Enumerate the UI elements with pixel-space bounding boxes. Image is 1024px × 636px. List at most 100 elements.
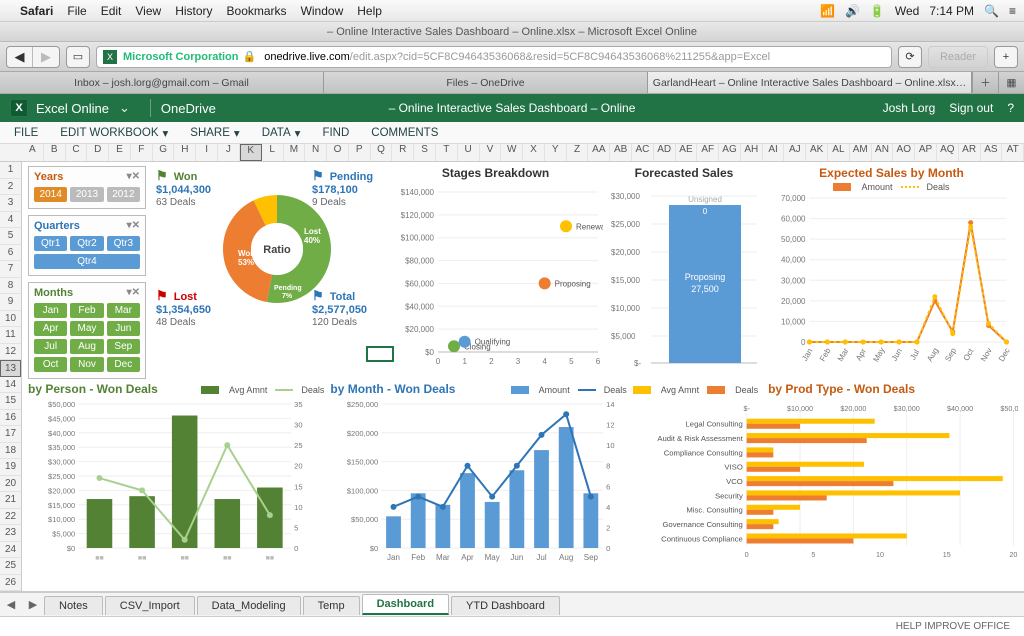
row-11[interactable]: 11 xyxy=(0,327,21,344)
slicer-qtr3[interactable]: Qtr3 xyxy=(107,236,140,251)
row-8[interactable]: 8 xyxy=(0,278,21,295)
menu-history[interactable]: History xyxy=(175,4,212,18)
slicer-months[interactable]: Months▾✕ JanFebMarAprMayJunJulAugSepOctN… xyxy=(28,282,146,379)
sheet-tab-temp[interactable]: Temp xyxy=(303,596,360,615)
col-AL[interactable]: AL xyxy=(828,144,850,161)
col-S[interactable]: S xyxy=(414,144,436,161)
menu-edit[interactable]: Edit xyxy=(101,4,122,18)
row-23[interactable]: 23 xyxy=(0,525,21,542)
notification-icon[interactable]: ≡ xyxy=(1009,4,1016,18)
col-O[interactable]: O xyxy=(327,144,349,161)
sheet-tab-data_modeling[interactable]: Data_Modeling xyxy=(197,596,301,615)
back-button[interactable]: ◀ xyxy=(7,47,33,67)
col-AQ[interactable]: AQ xyxy=(937,144,959,161)
col-AN[interactable]: AN xyxy=(872,144,894,161)
slicer-month-jun[interactable]: Jun xyxy=(107,321,140,336)
excel-logo-icon[interactable]: X xyxy=(10,99,28,117)
reload-button[interactable]: ⟳ xyxy=(898,46,922,68)
row-15[interactable]: 15 xyxy=(0,393,21,410)
col-F[interactable]: F xyxy=(131,144,153,161)
share-button[interactable]: + xyxy=(994,46,1018,68)
col-H[interactable]: H xyxy=(174,144,196,161)
filter-icon[interactable]: ▾✕ xyxy=(127,220,140,232)
tab-overview-button[interactable]: ▦ xyxy=(998,72,1024,93)
col-AO[interactable]: AO xyxy=(893,144,915,161)
col-Y[interactable]: Y xyxy=(545,144,567,161)
slicer-month-may[interactable]: May xyxy=(70,321,103,336)
sidebar-button[interactable]: ▭ xyxy=(66,46,90,68)
column-headers[interactable]: ABCDEFGHIJKLMNOPQRSTUVWXYZAAABACADAEAFAG… xyxy=(0,144,1024,162)
col-K[interactable]: K xyxy=(240,144,262,161)
browser-tab-onedrive[interactable]: Files – OneDrive xyxy=(324,72,648,93)
col-B[interactable]: B xyxy=(44,144,66,161)
row-18[interactable]: 18 xyxy=(0,443,21,460)
col-AS[interactable]: AS xyxy=(981,144,1003,161)
col-AJ[interactable]: AJ xyxy=(784,144,806,161)
xl-menu-share[interactable]: SHARE ▾ xyxy=(190,126,239,140)
xl-menu-find[interactable]: FIND xyxy=(322,127,349,139)
col-D[interactable]: D xyxy=(87,144,109,161)
slicer-month-jan[interactable]: Jan xyxy=(34,303,67,318)
col-AC[interactable]: AC xyxy=(632,144,654,161)
slicer-month-oct[interactable]: Oct xyxy=(34,357,67,372)
col-AG[interactable]: AG xyxy=(719,144,741,161)
col-AP[interactable]: AP xyxy=(915,144,937,161)
address-bar[interactable]: X Microsoft Corporation 🔒 onedrive.live.… xyxy=(96,46,892,68)
user-name[interactable]: Josh Lorg xyxy=(883,101,936,115)
col-P[interactable]: P xyxy=(349,144,371,161)
col-N[interactable]: N xyxy=(305,144,327,161)
slicer-month-nov[interactable]: Nov xyxy=(70,357,103,372)
row-headers[interactable]: 1234567891011121314151617181920212223242… xyxy=(0,162,22,591)
col-AH[interactable]: AH xyxy=(741,144,763,161)
row-17[interactable]: 17 xyxy=(0,426,21,443)
col-AD[interactable]: AD xyxy=(654,144,676,161)
col-L[interactable]: L xyxy=(262,144,284,161)
row-2[interactable]: 2 xyxy=(0,179,21,196)
col-Z[interactable]: Z xyxy=(567,144,589,161)
filter-icon[interactable]: ▾✕ xyxy=(127,171,140,183)
sheet-tab-dashboard[interactable]: Dashboard xyxy=(362,594,449,615)
row-26[interactable]: 26 xyxy=(0,575,21,592)
menu-help[interactable]: Help xyxy=(357,4,382,18)
help-icon[interactable]: ? xyxy=(1007,101,1014,115)
slicer-month-feb[interactable]: Feb xyxy=(70,303,103,318)
slicer-year-2014[interactable]: 2014 xyxy=(34,187,67,202)
browser-tab-excel[interactable]: GarlandHeart – Online Interactive Sales … xyxy=(648,72,972,93)
row-14[interactable]: 14 xyxy=(0,377,21,394)
col-A[interactable]: A xyxy=(22,144,44,161)
xl-menu-comments[interactable]: COMMENTS xyxy=(371,127,438,139)
volume-icon[interactable]: 🔊 xyxy=(845,4,860,18)
col-Q[interactable]: Q xyxy=(371,144,393,161)
col-AR[interactable]: AR xyxy=(959,144,981,161)
clock-time[interactable]: 7:14 PM xyxy=(929,4,974,18)
row-19[interactable]: 19 xyxy=(0,459,21,476)
sheet-nav-first[interactable]: ◀ xyxy=(0,598,22,611)
xl-menu-file[interactable]: FILE xyxy=(14,127,38,139)
col-J[interactable]: J xyxy=(218,144,240,161)
slicer-year-2012[interactable]: 2012 xyxy=(107,187,140,202)
slicer-year-2013[interactable]: 2013 xyxy=(70,187,103,202)
forward-button[interactable]: ▶ xyxy=(33,47,59,67)
row-10[interactable]: 10 xyxy=(0,311,21,328)
row-9[interactable]: 9 xyxy=(0,294,21,311)
sheet-nav-last[interactable]: ▶ xyxy=(22,598,44,611)
battery-icon[interactable]: 🔋 xyxy=(870,4,885,18)
row-3[interactable]: 3 xyxy=(0,195,21,212)
sheet-tab-notes[interactable]: Notes xyxy=(44,596,103,615)
help-improve-link[interactable]: HELP IMPROVE OFFICE xyxy=(896,621,1010,632)
col-T[interactable]: T xyxy=(436,144,458,161)
col-AF[interactable]: AF xyxy=(697,144,719,161)
slicer-quarters[interactable]: Quarters▾✕ Qtr1 Qtr2 Qtr3 Qtr4 xyxy=(28,215,146,276)
slicer-month-dec[interactable]: Dec xyxy=(107,357,140,372)
slicer-month-aug[interactable]: Aug xyxy=(70,339,103,354)
clock-day[interactable]: Wed xyxy=(895,4,919,18)
signout-link[interactable]: Sign out xyxy=(949,101,993,115)
slicer-qtr2[interactable]: Qtr2 xyxy=(70,236,103,251)
row-16[interactable]: 16 xyxy=(0,410,21,427)
col-C[interactable]: C xyxy=(66,144,88,161)
row-21[interactable]: 21 xyxy=(0,492,21,509)
breadcrumb-onedrive[interactable]: OneDrive xyxy=(161,101,216,116)
menu-view[interactable]: View xyxy=(135,4,161,18)
row-22[interactable]: 22 xyxy=(0,509,21,526)
xl-menu-data[interactable]: DATA ▾ xyxy=(262,126,301,140)
